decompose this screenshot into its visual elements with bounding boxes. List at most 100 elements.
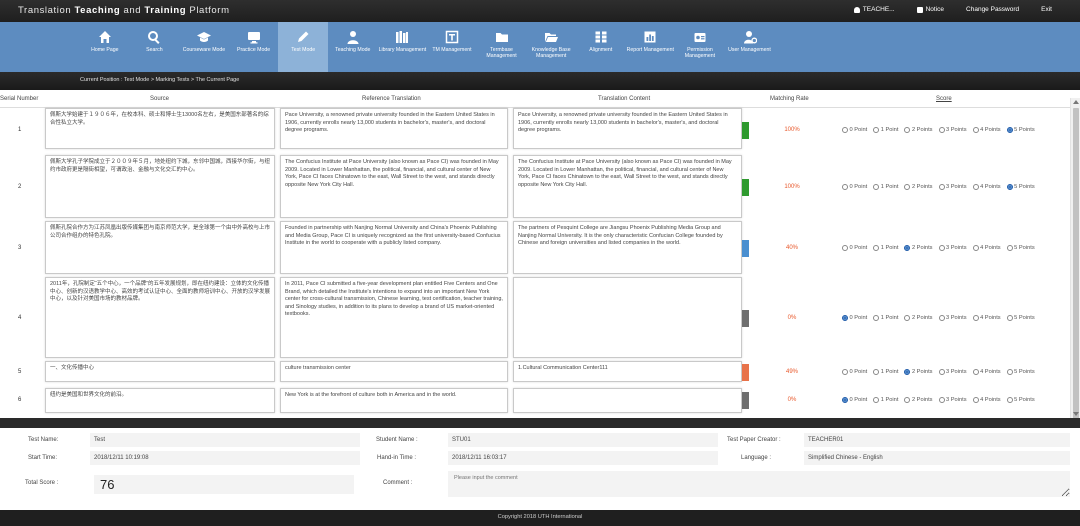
score-option-0[interactable]: 0 Point — [842, 183, 867, 190]
translation-cell[interactable] — [513, 277, 742, 358]
score-radio[interactable] — [1006, 314, 1013, 321]
score-option-0[interactable]: 0 Point — [842, 126, 867, 133]
score-radio[interactable] — [972, 183, 979, 190]
score-radio[interactable] — [938, 314, 945, 321]
translation-cell[interactable]: The Confucius Institute at Pace Universi… — [513, 155, 742, 218]
score-radio[interactable] — [972, 126, 979, 133]
nav-item-teaching-mode[interactable]: Teaching Mode — [328, 22, 378, 72]
nav-item-alignment[interactable]: Alignment — [576, 22, 626, 72]
score-option-0[interactable]: 0 Point — [842, 314, 867, 321]
score-option-3[interactable]: 3 Points — [938, 126, 967, 133]
score-option-2[interactable]: 2 Points — [904, 126, 933, 133]
user-menu[interactable]: TEACHE... — [853, 6, 895, 13]
score-radio[interactable] — [972, 396, 979, 403]
score-radio[interactable] — [842, 314, 848, 321]
nav-item-courseware-mode[interactable]: Courseware Mode — [179, 22, 229, 72]
translation-cell[interactable]: 1.Cultural Communication Center111 — [513, 361, 742, 382]
score-radio[interactable] — [972, 314, 979, 321]
nav-item-practice-mode[interactable]: Practice Mode — [229, 22, 279, 72]
score-option-3[interactable]: 3 Points — [938, 183, 967, 190]
score-option-3[interactable]: 3 Points — [938, 368, 967, 375]
score-option-5[interactable]: 5 Points — [1006, 368, 1035, 375]
score-option-2[interactable]: 2 Points — [904, 244, 933, 251]
score-radio[interactable] — [904, 244, 911, 251]
nav-item-test-mode[interactable]: Test Mode — [278, 22, 328, 72]
score-option-5[interactable]: 5 Points — [1006, 396, 1035, 403]
score-radio[interactable] — [904, 396, 911, 403]
score-option-2[interactable]: 2 Points — [904, 314, 933, 321]
nav-item-knowledge-base-management[interactable]: Knowledge Base Management — [526, 22, 576, 72]
score-radio[interactable] — [904, 314, 911, 321]
score-option-1[interactable]: 1 Point — [873, 126, 898, 133]
score-radio[interactable] — [842, 126, 848, 133]
score-radio[interactable] — [938, 368, 945, 375]
score-radio[interactable] — [904, 183, 911, 190]
score-option-4[interactable]: 4 Points — [972, 396, 1001, 403]
nav-item-report-management[interactable]: Report Management — [626, 22, 676, 72]
score-radio[interactable] — [842, 396, 848, 403]
nav-item-tm-management[interactable]: TM Management — [427, 22, 477, 72]
nav-item-user-management[interactable]: User Management — [725, 22, 775, 72]
score-radio[interactable] — [904, 368, 911, 375]
nav-item-permission-management[interactable]: Permission Management — [675, 22, 725, 72]
score-radio[interactable] — [1006, 244, 1013, 251]
nav-item-home-page[interactable]: Home Page — [80, 22, 130, 72]
score-option-1[interactable]: 1 Point — [873, 314, 898, 321]
score-radio[interactable] — [1006, 183, 1013, 190]
score-radio[interactable] — [842, 183, 848, 190]
nav-item-termbase-management[interactable]: Termbase Management — [477, 22, 527, 72]
score-radio[interactable] — [842, 244, 848, 251]
score-radio[interactable] — [873, 396, 880, 403]
score-option-0[interactable]: 0 Point — [842, 244, 867, 251]
translation-cell[interactable]: Pace University, a renowned private univ… — [513, 108, 742, 149]
score-radio[interactable] — [904, 126, 911, 133]
score-option-3[interactable]: 3 Points — [938, 314, 967, 321]
score-radio[interactable] — [873, 314, 880, 321]
translation-cell[interactable]: The partners of Pesquint College are Jia… — [513, 221, 742, 274]
scrollbar-thumb[interactable] — [1073, 108, 1079, 418]
score-radio[interactable] — [938, 396, 945, 403]
translation-cell[interactable] — [513, 388, 742, 413]
score-radio[interactable] — [938, 126, 945, 133]
score-radio[interactable] — [873, 126, 880, 133]
score-option-5[interactable]: 5 Points — [1006, 126, 1035, 133]
score-radio[interactable] — [842, 368, 848, 375]
score-radio[interactable] — [972, 244, 979, 251]
score-radio[interactable] — [1006, 368, 1013, 375]
score-option-4[interactable]: 4 Points — [972, 244, 1001, 251]
score-option-1[interactable]: 1 Point — [873, 368, 898, 375]
score-radio[interactable] — [873, 244, 880, 251]
score-radio[interactable] — [938, 244, 945, 251]
comment-input[interactable] — [448, 471, 1070, 497]
score-radio[interactable] — [938, 183, 945, 190]
nav-item-library-management[interactable]: Library Management — [378, 22, 428, 72]
score-option-4[interactable]: 4 Points — [972, 368, 1001, 375]
score-option-5[interactable]: 5 Points — [1006, 314, 1035, 321]
score-radio[interactable] — [1006, 126, 1013, 133]
score-radio[interactable] — [972, 368, 979, 375]
scroll-down-arrow-icon[interactable] — [1073, 412, 1079, 416]
change-password-link[interactable]: Change Password — [966, 6, 1019, 13]
score-radio[interactable] — [1006, 396, 1013, 403]
scroll-up-arrow-icon[interactable] — [1073, 100, 1079, 104]
score-option-4[interactable]: 4 Points — [972, 314, 1001, 321]
score-option-5[interactable]: 5 Points — [1006, 183, 1035, 190]
score-option-0[interactable]: 0 Point — [842, 396, 867, 403]
score-option-4[interactable]: 4 Points — [972, 183, 1001, 190]
score-option-0[interactable]: 0 Point — [842, 368, 867, 375]
notice-link[interactable]: Notice — [916, 6, 944, 13]
score-option-2[interactable]: 2 Points — [904, 396, 933, 403]
score-radio[interactable] — [873, 368, 880, 375]
score-option-1[interactable]: 1 Point — [873, 244, 898, 251]
score-option-4[interactable]: 4 Points — [972, 126, 1001, 133]
nav-item-search[interactable]: Search — [130, 22, 180, 72]
score-option-2[interactable]: 2 Points — [904, 368, 933, 375]
exit-link[interactable]: Exit — [1041, 6, 1052, 13]
header-score[interactable]: Score — [936, 96, 952, 102]
score-option-2[interactable]: 2 Points — [904, 183, 933, 190]
score-radio[interactable] — [873, 183, 880, 190]
score-option-3[interactable]: 3 Points — [938, 396, 967, 403]
score-option-1[interactable]: 1 Point — [873, 183, 898, 190]
score-option-1[interactable]: 1 Point — [873, 396, 898, 403]
score-option-3[interactable]: 3 Points — [938, 244, 967, 251]
